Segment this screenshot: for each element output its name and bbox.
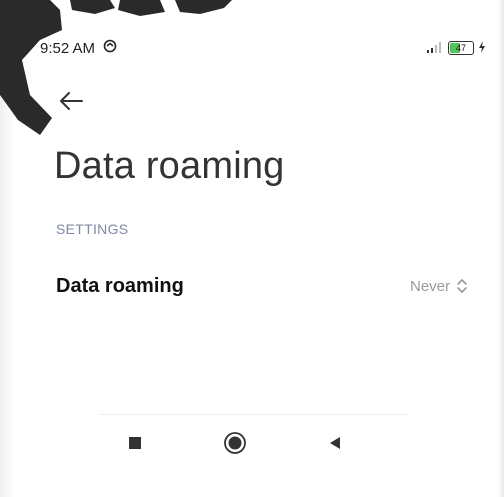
recents-button[interactable] [120, 428, 150, 458]
chevron-up-down-icon [457, 279, 467, 293]
arrow-left-icon [60, 92, 83, 110]
setting-value: Never [409, 277, 450, 295]
charging-icon [478, 40, 486, 56]
battery-level: 47 [455, 42, 466, 53]
status-time: 9:52 AM [40, 39, 96, 57]
status-bar: 9:52 AM 47 [40, 36, 486, 60]
battery-icon: 47 [448, 41, 474, 55]
status-right: 47 [426, 40, 486, 56]
section-header: SETTINGS [56, 221, 129, 237]
setting-value-dropdown[interactable]: Never [410, 278, 468, 295]
nav-divider [100, 414, 408, 415]
scribble-overlay [0, 0, 232, 135]
home-button[interactable] [220, 428, 250, 458]
signal-icon [426, 41, 444, 56]
setting-label: Data roaming [56, 274, 184, 297]
triangle-back-icon [330, 437, 340, 449]
screen: 9:52 AM 47 Data roaming SETTINGS Data ro… [0, 0, 504, 497]
left-edge-shadow [0, 0, 14, 497]
sync-icon [103, 39, 117, 57]
right-edge-shadow [498, 0, 504, 497]
nav-back-button[interactable] [320, 428, 350, 458]
circle-icon [224, 432, 246, 454]
page-title: Data roaming [54, 145, 285, 187]
navigation-bar [120, 428, 352, 458]
back-button[interactable] [56, 86, 90, 116]
setting-row-data-roaming[interactable]: Data roaming Never [40, 262, 486, 310]
status-left: 9:52 AM [40, 39, 117, 57]
square-icon [129, 437, 141, 449]
